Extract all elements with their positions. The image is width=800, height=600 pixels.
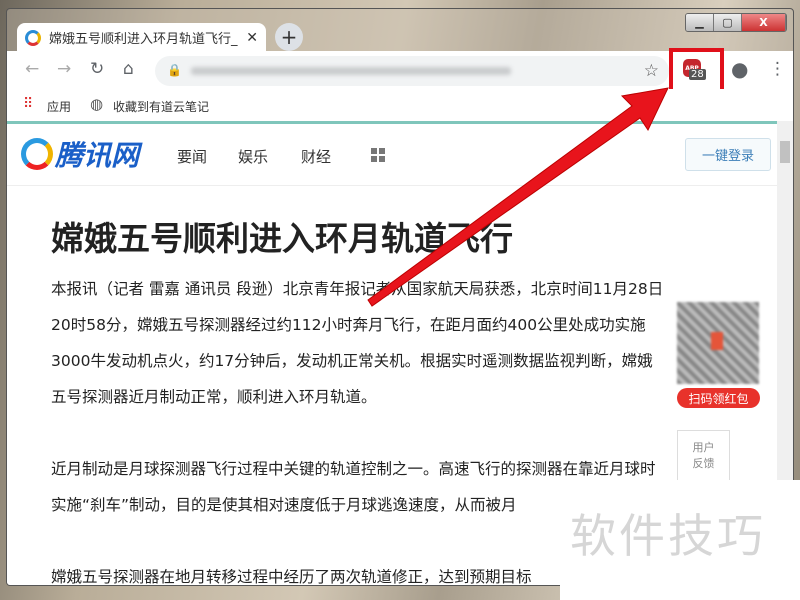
tencent-favicon-icon [25,29,41,46]
site-header: 腾讯网 要闻 娱乐 财经 一键登录 [7,124,779,186]
apps-grid-icon: ⠿ [23,96,34,112]
nav-news[interactable]: 要闻 [177,146,207,167]
feedback-label: 反馈 [692,457,715,470]
minimize-button[interactable]: ▁ [686,14,714,31]
bookmark-youdao[interactable]: 收藏到有道云笔记 [113,98,209,115]
bookmark-star-icon[interactable]: ☆ [644,61,659,81]
browser-tab[interactable]: 嫦娥五号顺利进入环月轨道飞行_ ✕ [17,23,266,52]
red-packet-button[interactable]: 扫码领红包 [677,388,760,408]
profile-icon[interactable]: ● [731,57,748,81]
forward-icon[interactable]: → [57,59,71,79]
new-tab-button[interactable]: + [275,23,303,51]
para-line: 五号探测器近月制动正常，顺利进入环月轨道。 [51,388,377,406]
tab-title: 嫦娥五号顺利进入环月轨道飞行_ [49,32,238,47]
login-button[interactable]: 一键登录 [685,138,771,171]
address-bar[interactable]: 🔒 ☆ [155,56,669,86]
nav-entertainment[interactable]: 娱乐 [238,146,268,167]
reload-icon[interactable]: ↻ [90,59,104,79]
window-controls: ▁ ▢ X [685,13,787,32]
maximize-button[interactable]: ▢ [714,14,742,31]
more-grid-icon[interactable] [371,148,385,162]
tencent-logo-icon [21,138,53,170]
article-title: 嫦娥五号顺利进入环月轨道飞行 [51,219,513,258]
close-window-button[interactable]: X [742,14,786,31]
bookmark-apps[interactable]: 应用 [47,98,71,115]
para-line: 3000牛发动机点火，约17分钟后，发动机正常关机。根据实时遥测数据监视判断，嫦… [51,352,653,370]
globe-icon: ◍ [90,95,104,113]
bookmarks-bar: ⠿ 应用 ◍ 收藏到有道云笔记 [7,89,793,121]
tencent-logo[interactable]: 腾讯网 [21,134,139,174]
para-line: 本报讯（记者 雷嘉 通讯员 段逊）北京青年报记者从国家航天局获悉，北京时间11月… [51,280,664,298]
home-icon[interactable]: ⌂ [123,59,134,79]
tab-close-icon[interactable]: ✕ [246,30,258,46]
qr-code [677,302,759,384]
para-line: 20时58分，嫦娥五号探测器经过约112小时奔月飞行，在距月面约400公里处成功… [51,316,646,334]
blurred-url [191,67,511,75]
watermark: 软件技巧 [560,480,800,600]
feedback-button[interactable]: 用户 反馈 [677,430,730,483]
feedback-label: 用户 [692,441,715,454]
nav-finance[interactable]: 财经 [301,146,331,167]
lock-icon: 🔒 [167,63,182,77]
menu-kebab-icon[interactable]: ⋮ [769,59,786,79]
back-icon[interactable]: ← [25,59,39,79]
